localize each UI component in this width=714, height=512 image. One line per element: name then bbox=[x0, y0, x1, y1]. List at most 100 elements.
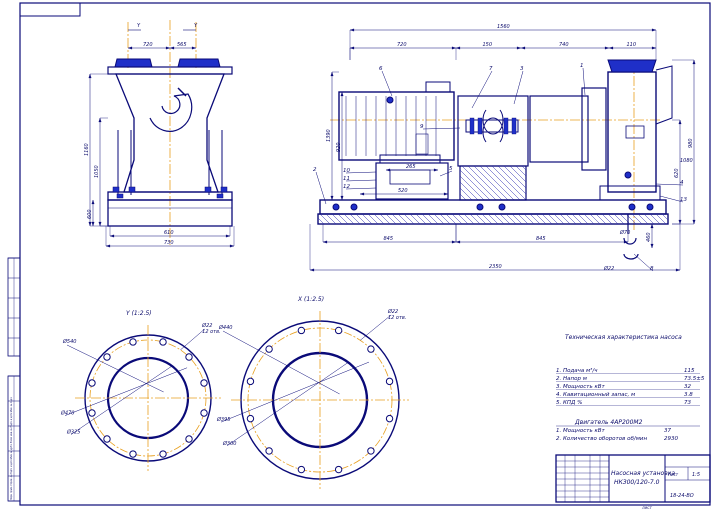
dim-leader bbox=[220, 361, 370, 423]
hatch-line bbox=[481, 213, 493, 225]
bolt-hole bbox=[159, 450, 167, 458]
spec-value: 37 bbox=[664, 428, 671, 434]
bolt-hole bbox=[88, 379, 96, 387]
sheet-label: Лист bbox=[667, 472, 679, 477]
dim-value: 2350 bbox=[489, 264, 502, 270]
dim-value: Ø470 bbox=[60, 410, 74, 417]
dim-leader bbox=[360, 314, 392, 341]
dim-value: 1560 bbox=[497, 24, 510, 30]
dim-value: 12 отв. bbox=[388, 315, 406, 321]
bolt-hole bbox=[88, 409, 96, 417]
bolt-hole bbox=[246, 414, 255, 423]
hatch-line bbox=[541, 213, 553, 225]
dim-value: 740 bbox=[559, 42, 569, 48]
callout-leader bbox=[345, 179, 377, 182]
callout-number: 13 bbox=[680, 197, 687, 203]
hatch-line bbox=[613, 213, 625, 225]
suction-flange bbox=[114, 58, 153, 68]
hatch-line bbox=[421, 213, 433, 225]
hatch-line bbox=[589, 213, 601, 225]
anchor-bolt bbox=[204, 186, 212, 193]
left-strip-text: Перв. прим. Справ. № Подп. и дата Инв. №… bbox=[10, 397, 13, 500]
callout-leader bbox=[345, 171, 377, 174]
bolt-hole bbox=[200, 379, 208, 387]
bolt-hole bbox=[265, 447, 273, 455]
hatch-line bbox=[463, 213, 475, 225]
bottom-stamp: ЛИСТ bbox=[641, 506, 653, 510]
hatch-line bbox=[565, 213, 577, 225]
hatch-line bbox=[497, 165, 527, 195]
hatch-line bbox=[511, 213, 523, 225]
bolt-hole bbox=[129, 338, 137, 346]
dim-value: 460 bbox=[646, 232, 652, 242]
spec-value: 73 bbox=[684, 400, 691, 406]
dim-value: 720 bbox=[397, 42, 407, 48]
baseframe-bolt bbox=[646, 203, 654, 211]
pump-foot bbox=[599, 185, 661, 201]
hatch-line bbox=[451, 213, 463, 225]
hatch-line bbox=[361, 213, 373, 225]
hatch-line bbox=[427, 213, 439, 225]
hatch-line bbox=[367, 213, 379, 225]
hatch-line bbox=[505, 213, 517, 225]
dim-leader bbox=[222, 330, 340, 395]
motor-terminal-box bbox=[425, 81, 451, 93]
bolt-hole bbox=[103, 435, 111, 443]
hatch-line bbox=[459, 193, 467, 201]
hatch-line bbox=[459, 169, 491, 201]
pump-seal-housing bbox=[581, 87, 607, 171]
pump-drain bbox=[624, 171, 632, 179]
view-title: X (1:2.5) bbox=[297, 296, 324, 303]
hatch-line bbox=[385, 213, 397, 225]
pump-discharge-flange bbox=[607, 59, 657, 73]
dim-value: 565 bbox=[177, 42, 187, 48]
dim-value: Ø325 bbox=[66, 429, 80, 436]
hatch-line bbox=[445, 213, 457, 225]
callout-number: 11 bbox=[343, 176, 350, 182]
spec-title: Техническая характеристика насоса bbox=[565, 334, 682, 341]
hatch-line bbox=[547, 213, 559, 225]
callout-leader bbox=[471, 70, 493, 109]
dim-value: 150 bbox=[483, 42, 493, 48]
baseframe-top bbox=[319, 199, 667, 215]
callout-number: 7 bbox=[489, 66, 493, 72]
motor-stand-window bbox=[389, 169, 431, 185]
hatch-line bbox=[535, 213, 547, 225]
callout-number: 4 bbox=[680, 180, 684, 186]
spec-value: 3.8 bbox=[684, 392, 693, 398]
discharge-flange bbox=[177, 58, 221, 68]
hatch-line bbox=[631, 213, 643, 225]
callout-leader bbox=[513, 70, 524, 105]
dim-leader bbox=[70, 365, 173, 435]
bolt-hole bbox=[265, 345, 273, 353]
callout-leader bbox=[345, 187, 377, 190]
spec-value: 32 bbox=[684, 384, 691, 390]
bolt-hole bbox=[297, 326, 306, 335]
hatch-line bbox=[517, 213, 529, 225]
bolt-hole bbox=[367, 345, 375, 353]
lifting-eye bbox=[623, 253, 639, 260]
hatch-line bbox=[643, 213, 655, 225]
callout-number: 9 bbox=[420, 124, 424, 130]
bolt-hole bbox=[334, 465, 343, 474]
callout-number: 10 bbox=[343, 168, 350, 174]
dim-value: 1160 bbox=[84, 143, 90, 156]
bolt-hole bbox=[185, 435, 193, 443]
hatch-line bbox=[515, 165, 527, 177]
callout-number: 6 bbox=[379, 66, 383, 72]
dim-value: 12 отв. bbox=[202, 329, 220, 335]
section-mark-y: Y bbox=[137, 23, 141, 29]
dim-leader bbox=[66, 344, 164, 393]
bolt-hole bbox=[200, 409, 208, 417]
callout-leader bbox=[582, 67, 586, 96]
view-title: Y (1:2.5) bbox=[126, 310, 152, 317]
drawing-name: Насосная установка bbox=[611, 470, 675, 477]
dim-value: 920 bbox=[336, 142, 342, 152]
callout-leader bbox=[315, 171, 327, 205]
volute-channel bbox=[149, 93, 193, 132]
dim-value: Ø395 bbox=[216, 416, 230, 423]
hatch-line bbox=[523, 213, 535, 225]
hatch-line bbox=[433, 213, 445, 225]
spec-label: 4. Кавитационный запас, м bbox=[556, 392, 635, 398]
callout-number: 5 bbox=[449, 166, 453, 172]
